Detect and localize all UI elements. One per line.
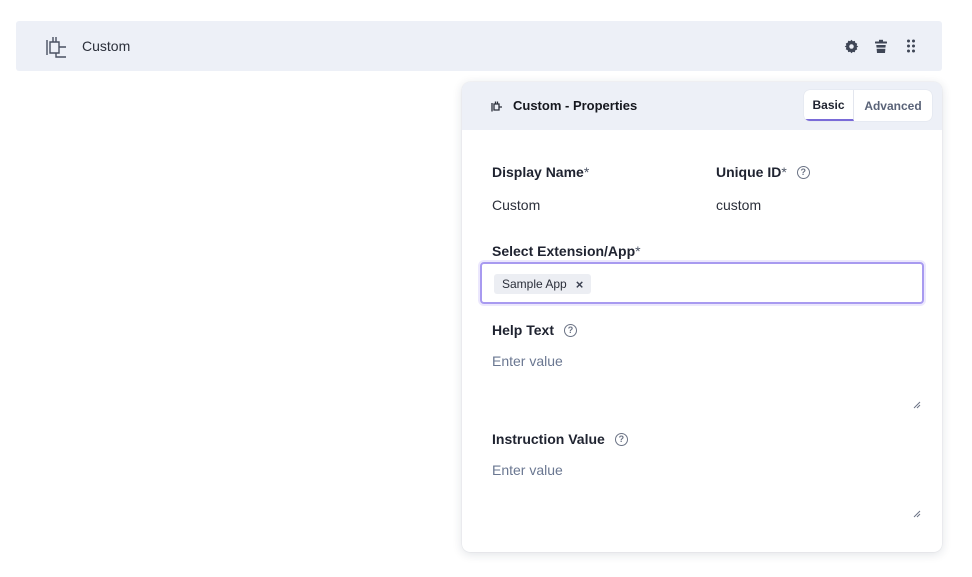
display-name-value[interactable]: Custom <box>492 197 540 213</box>
drag-handle-icon[interactable] <box>902 37 920 55</box>
panel-tabs: Basic Advanced <box>804 90 932 121</box>
required-mark: * <box>781 164 787 180</box>
help-icon[interactable]: ? <box>563 323 577 337</box>
plug-icon <box>491 101 502 112</box>
display-name-label: Display Name * <box>492 164 590 180</box>
resize-handle-icon[interactable] <box>913 510 921 518</box>
unique-id-label: Unique ID * ? <box>716 164 810 180</box>
instruction-value-input[interactable]: Enter value <box>492 462 563 478</box>
field-title: Custom <box>82 38 131 54</box>
required-mark: * <box>635 243 641 259</box>
plug-icon <box>46 37 66 58</box>
selected-app-chip: Sample App × <box>494 274 592 294</box>
panel-header: Custom - Properties Basic Advanced <box>462 82 942 130</box>
extension-label: Select Extension/App * <box>492 243 641 259</box>
panel-title: Custom - Properties <box>513 98 638 113</box>
unique-id-value[interactable]: custom <box>716 197 761 213</box>
tab-basic[interactable]: Basic <box>804 90 854 121</box>
help-text-input[interactable]: Enter value <box>492 353 563 369</box>
properties-panel: Custom - Properties Basic Advanced Displ… <box>462 82 942 552</box>
extension-select[interactable]: Sample App × <box>480 262 924 304</box>
tab-advanced[interactable]: Advanced <box>854 90 932 121</box>
chip-label: Sample App <box>502 277 567 291</box>
required-mark: * <box>583 164 590 180</box>
resize-handle-icon[interactable] <box>913 401 921 409</box>
instruction-value-label: Instruction Value ? <box>492 431 628 447</box>
field-actions <box>842 37 920 55</box>
close-icon[interactable]: × <box>576 277 584 292</box>
trash-icon[interactable] <box>872 37 890 55</box>
help-icon[interactable]: ? <box>796 165 810 179</box>
help-icon[interactable]: ? <box>614 432 628 446</box>
custom-field-row[interactable]: Custom <box>16 21 942 71</box>
gear-icon[interactable] <box>842 37 860 55</box>
help-text-label: Help Text ? <box>492 322 577 338</box>
